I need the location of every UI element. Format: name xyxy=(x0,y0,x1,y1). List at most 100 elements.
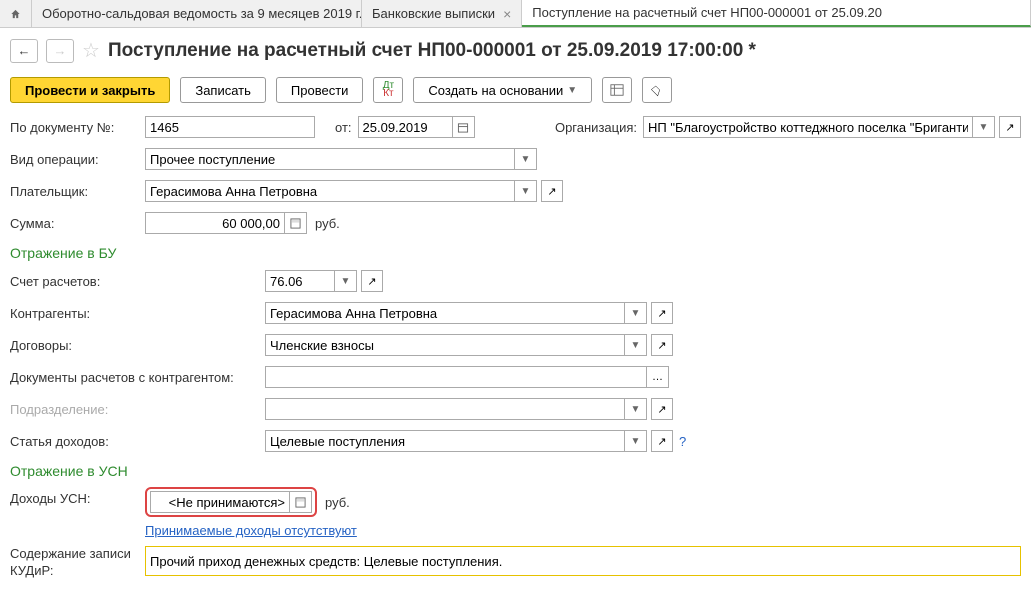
dept-row: Подразделение: ▼ ↗ xyxy=(10,397,1021,421)
tab-1[interactable]: Оборотно-сальдовая ведомость за 9 месяце… xyxy=(32,0,362,27)
attach-button[interactable]: ⏢ xyxy=(642,77,672,103)
account-label: Счет расчетов: xyxy=(10,274,265,289)
bu-header: Отражение в БУ xyxy=(10,245,1021,261)
page-title: Поступление на расчетный счет НП00-00000… xyxy=(108,40,756,62)
operation-label: Вид операции: xyxy=(10,152,145,167)
desc-input[interactable] xyxy=(145,546,1021,576)
dept-label: Подразделение: xyxy=(10,402,265,417)
operation-input[interactable] xyxy=(145,148,515,170)
usn-calc[interactable] xyxy=(290,491,312,513)
calendar-button[interactable] xyxy=(453,116,475,138)
tab-3[interactable]: Поступление на расчетный счет НП00-00000… xyxy=(522,0,1031,27)
tab-label: Оборотно-сальдовая ведомость за 9 месяце… xyxy=(42,6,362,21)
create-based-button[interactable]: Создать на основании ▼ xyxy=(413,77,592,103)
post-button[interactable]: Провести xyxy=(276,77,364,103)
usn-input[interactable] xyxy=(150,491,290,513)
sum-calc[interactable] xyxy=(285,212,307,234)
payer-label: Плательщик: xyxy=(10,184,145,199)
contract-dropdown[interactable]: ▼ xyxy=(625,334,647,356)
income-open[interactable]: ↗ xyxy=(651,430,673,452)
contr-dropdown[interactable]: ▼ xyxy=(625,302,647,324)
income-row: Статья доходов: ▼ ↗ ? xyxy=(10,429,1021,453)
create-based-label: Создать на основании xyxy=(428,83,563,98)
usn-highlight xyxy=(145,487,317,517)
sum-row: Сумма: руб. xyxy=(10,211,1021,235)
calculator-icon xyxy=(290,218,301,229)
chevron-down-icon: ▼ xyxy=(631,404,641,415)
register-button[interactable] xyxy=(602,77,632,103)
contract-input[interactable] xyxy=(265,334,625,356)
doc-date-input[interactable] xyxy=(358,116,453,138)
account-input[interactable] xyxy=(265,270,335,292)
chevron-down-icon: ▼ xyxy=(341,276,351,287)
toolbar: Провести и закрыть Записать Провести ДтК… xyxy=(0,73,1031,115)
contr-input[interactable] xyxy=(265,302,625,324)
dept-input[interactable] xyxy=(265,398,625,420)
docs-select[interactable]: … xyxy=(647,366,669,388)
payer-row: Плательщик: ▼ ↗ xyxy=(10,179,1021,203)
help-icon[interactable]: ? xyxy=(679,434,686,449)
org-dropdown[interactable]: ▼ xyxy=(973,116,995,138)
chevron-down-icon: ▼ xyxy=(631,436,641,447)
star-icon[interactable]: ☆ xyxy=(82,38,100,63)
back-button[interactable]: ← xyxy=(10,39,38,63)
operation-row: Вид операции: ▼ xyxy=(10,147,1021,171)
contract-open[interactable]: ↗ xyxy=(651,334,673,356)
forward-button[interactable]: → xyxy=(46,39,74,63)
operation-dropdown[interactable]: ▼ xyxy=(515,148,537,170)
doc-date-label: от: xyxy=(335,120,352,135)
dtkt-icon: ДтКт xyxy=(383,82,394,98)
close-icon[interactable]: × xyxy=(503,6,511,22)
income-dropdown[interactable]: ▼ xyxy=(625,430,647,452)
doc-num-input[interactable] xyxy=(145,116,315,138)
tab-bar: Оборотно-сальдовая ведомость за 9 месяце… xyxy=(0,0,1031,28)
docs-row: Документы расчетов с контрагентом: … xyxy=(10,365,1021,389)
usn-label: Доходы УСН: xyxy=(10,487,145,506)
sum-currency: руб. xyxy=(315,216,340,231)
paperclip-icon: ⏢ xyxy=(648,81,667,100)
sum-label: Сумма: xyxy=(10,216,145,231)
contr-label: Контрагенты: xyxy=(10,306,265,321)
docs-label: Документы расчетов с контрагентом: xyxy=(10,370,265,385)
save-button[interactable]: Записать xyxy=(180,77,266,103)
tab-2[interactable]: Банковские выписки × xyxy=(362,0,522,27)
usn-header: Отражение в УСН xyxy=(10,463,1021,479)
contr-row: Контрагенты: ▼ ↗ xyxy=(10,301,1021,325)
org-open[interactable]: ↗ xyxy=(999,116,1021,138)
tab-label: Поступление на расчетный счет НП00-00000… xyxy=(532,5,882,20)
tab-home[interactable] xyxy=(0,0,32,27)
desc-label: Содержание записи КУДиР: xyxy=(10,546,145,580)
account-dropdown[interactable]: ▼ xyxy=(335,270,357,292)
usn-link[interactable]: Принимаемые доходы отсутствуют xyxy=(145,523,357,538)
income-input[interactable] xyxy=(265,430,625,452)
doc-num-label: По документу №: xyxy=(10,120,145,135)
payer-open[interactable]: ↗ xyxy=(541,180,563,202)
dept-open[interactable]: ↗ xyxy=(651,398,673,420)
form: По документу №: от: Организация: ▼ ↗ Вид… xyxy=(0,115,1031,580)
usn-currency: руб. xyxy=(325,495,350,510)
usn-row: Доходы УСН: руб. Принимаемые доходы отсу… xyxy=(10,487,1021,538)
chevron-down-icon: ▼ xyxy=(521,154,531,165)
docs-input[interactable] xyxy=(265,366,647,388)
dept-dropdown[interactable]: ▼ xyxy=(625,398,647,420)
org-input[interactable] xyxy=(643,116,973,138)
post-close-button[interactable]: Провести и закрыть xyxy=(10,77,170,103)
tab-label: Банковские выписки xyxy=(372,6,495,21)
contract-label: Договоры: xyxy=(10,338,265,353)
chevron-down-icon: ▼ xyxy=(567,85,577,96)
payer-input[interactable] xyxy=(145,180,515,202)
payer-dropdown[interactable]: ▼ xyxy=(515,180,537,202)
calendar-icon xyxy=(457,122,469,133)
sum-input[interactable] xyxy=(145,212,285,234)
account-open[interactable]: ↗ xyxy=(361,270,383,292)
register-icon xyxy=(610,83,624,97)
title-bar: ← → ☆ Поступление на расчетный счет НП00… xyxy=(0,28,1031,73)
chevron-down-icon: ▼ xyxy=(631,340,641,351)
calculator-icon xyxy=(295,497,306,508)
dtkt-button[interactable]: ДтКт xyxy=(373,77,403,103)
chevron-down-icon: ▼ xyxy=(979,122,989,133)
doc-row: По документу №: от: Организация: ▼ ↗ xyxy=(10,115,1021,139)
income-label: Статья доходов: xyxy=(10,434,265,449)
contr-open[interactable]: ↗ xyxy=(651,302,673,324)
chevron-down-icon: ▼ xyxy=(631,308,641,319)
